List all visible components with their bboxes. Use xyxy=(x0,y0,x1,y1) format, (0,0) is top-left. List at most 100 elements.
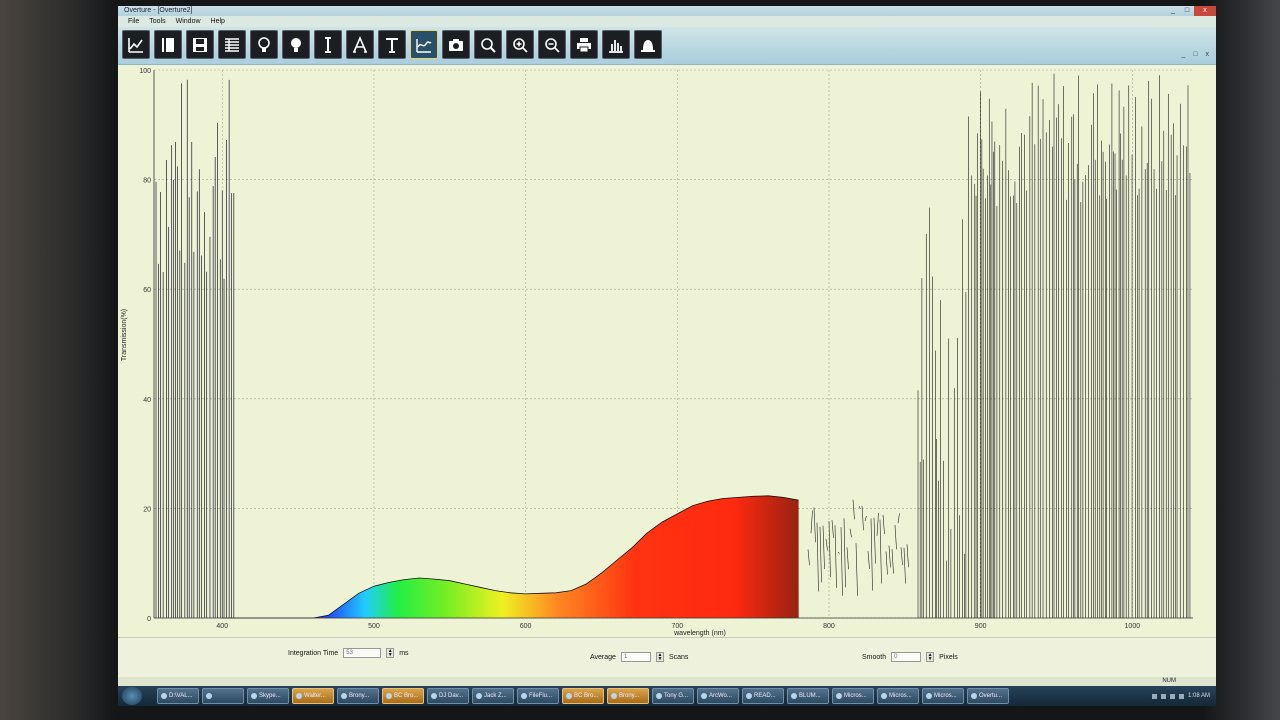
bars-button[interactable] xyxy=(602,30,630,59)
noise-line xyxy=(822,525,825,570)
smooth-input[interactable]: 0 xyxy=(891,652,922,662)
table-button[interactable] xyxy=(218,30,246,59)
app-icon xyxy=(521,693,527,699)
lamp-off-button[interactable] xyxy=(250,30,278,59)
zoom-in-icon xyxy=(513,37,528,53)
y-axis-label: Transmission(%) xyxy=(121,309,128,361)
annotate-button[interactable] xyxy=(346,30,374,59)
y-tick-label: 40 xyxy=(143,397,151,404)
noise-line xyxy=(852,499,855,520)
taskbar-item[interactable]: DJ Dav... xyxy=(427,688,469,704)
taskbar-item[interactable]: Tony G... xyxy=(652,688,694,704)
taskbar-item-label: FileFlu... xyxy=(529,693,553,699)
noise-line xyxy=(810,510,813,534)
document-close-button[interactable]: x xyxy=(1206,51,1213,58)
smooth-unit: Pixels xyxy=(939,653,958,661)
alarm-button[interactable] xyxy=(634,30,662,59)
lamp-on-button[interactable] xyxy=(282,30,310,59)
tray-icon[interactable] xyxy=(1160,693,1166,699)
snapshot-button[interactable] xyxy=(442,30,470,59)
noise-line xyxy=(888,545,891,568)
menu-file[interactable]: File xyxy=(128,16,139,27)
app-icon xyxy=(251,693,257,699)
app-icon xyxy=(161,693,167,699)
noise-line xyxy=(816,522,819,592)
taskbar-item[interactable]: READ... xyxy=(742,688,784,704)
taskbar-item[interactable]: BLUM... xyxy=(787,688,829,704)
window-controls: _ □ x xyxy=(1166,6,1216,16)
text-button[interactable] xyxy=(378,30,406,59)
taskbar-item-label: ArcWo... xyxy=(709,693,732,699)
average-label: Average xyxy=(590,653,616,661)
taskbar-item[interactable] xyxy=(202,688,244,704)
noise-line xyxy=(882,514,885,535)
taskbar-item[interactable]: BC Bro... xyxy=(382,688,424,704)
taskbar-item[interactable]: FileFlu... xyxy=(517,688,559,704)
toolbar: _ □ x xyxy=(118,27,1216,65)
integration-input[interactable]: 53 xyxy=(343,648,382,658)
spectrum-chart[interactable]: 0 20 40 60 80 100 400 500 600 700 800 900 1000 wavel… xyxy=(118,65,1216,637)
x-tick-label: 600 xyxy=(520,623,532,630)
app-icon xyxy=(926,693,932,699)
tray-icon[interactable] xyxy=(1169,693,1175,699)
app-icon xyxy=(791,693,797,699)
maximize-button[interactable]: □ xyxy=(1180,6,1194,16)
zoom-fit-button[interactable] xyxy=(474,30,502,59)
taskbar-item[interactable]: Micros... xyxy=(922,688,964,704)
menu-help[interactable]: Help xyxy=(211,16,225,27)
zoom-in-button[interactable] xyxy=(506,30,534,59)
average-input[interactable]: 1 xyxy=(620,652,651,662)
taskbar-item-label: Jack Z... xyxy=(484,693,507,699)
x-tick-label: 1000 xyxy=(1125,623,1141,630)
noise-line xyxy=(846,547,849,570)
book-icon xyxy=(162,37,174,52)
taskbar-item[interactable]: Brony... xyxy=(337,688,379,704)
acquisition-controls: Integration Time 53 ▲ ▼ ms Average 1 ▲ ▼ S… xyxy=(118,637,1216,677)
taskbar-item[interactable]: BC Bro... xyxy=(562,688,604,704)
integration-label: Integration Time xyxy=(288,649,339,657)
book-button[interactable] xyxy=(154,30,182,59)
app-icon xyxy=(476,693,482,699)
app-icon xyxy=(341,693,347,699)
taskbar-item[interactable]: Overtu... xyxy=(967,688,1009,704)
taskbar-item[interactable]: Skype... xyxy=(247,688,289,704)
document-minimize-button[interactable]: _ xyxy=(1181,51,1188,58)
print-button[interactable] xyxy=(570,30,598,59)
serif-a-icon xyxy=(353,35,367,53)
graph-icon xyxy=(128,37,143,53)
smooth-control: Smooth 0 ▲ ▼ Pixels xyxy=(862,652,958,662)
smooth-spinner[interactable]: ▲ ▼ xyxy=(926,652,935,662)
tray-icon[interactable] xyxy=(1178,693,1184,699)
taskbar-item[interactable]: ArcWo... xyxy=(697,688,739,704)
average-spinner[interactable]: ▲ ▼ xyxy=(655,652,664,662)
zoom-out-button[interactable] xyxy=(538,30,566,59)
save-button[interactable] xyxy=(186,30,214,59)
integration-spinner[interactable]: ▲ ▼ xyxy=(386,648,395,658)
app-icon xyxy=(566,693,572,699)
noise-line xyxy=(855,543,858,596)
zoom-fit-icon xyxy=(481,37,496,53)
graph-button[interactable] xyxy=(122,30,150,59)
spectrum-button[interactable] xyxy=(410,30,438,59)
menu-tools[interactable]: Tools xyxy=(149,16,165,27)
spectrum-plot[interactable]: 0 20 40 60 80 100 400 500 600 700 800 900 1000 wavel… xyxy=(118,65,1216,637)
minimize-button[interactable]: _ xyxy=(1166,6,1180,16)
system-tray: 1:08 AM xyxy=(1151,693,1216,699)
cursor-button[interactable] xyxy=(314,30,342,59)
taskbar-item[interactable]: Jack Z... xyxy=(472,688,514,704)
noise-line xyxy=(828,521,831,578)
close-button[interactable]: x xyxy=(1194,6,1216,16)
clock[interactable]: 1:08 AM xyxy=(1188,693,1210,699)
start-button[interactable] xyxy=(122,687,142,705)
taskbar-item-label: BC Bro... xyxy=(574,693,599,699)
document-restore-button[interactable]: □ xyxy=(1193,51,1200,58)
menu-window[interactable]: Window xyxy=(176,16,201,27)
tray-icon[interactable] xyxy=(1151,693,1157,699)
taskbar-item[interactable]: Micros... xyxy=(877,688,919,704)
taskbar-item[interactable]: Micros... xyxy=(832,688,874,704)
bulb-filled-icon xyxy=(291,37,301,52)
taskbar-item[interactable]: Brony... xyxy=(607,688,649,704)
taskbar-item[interactable]: Walter... xyxy=(292,688,334,704)
taskbar-item[interactable]: D:\VAL... xyxy=(157,688,199,704)
num-lock-indicator: NUM xyxy=(1162,678,1176,684)
